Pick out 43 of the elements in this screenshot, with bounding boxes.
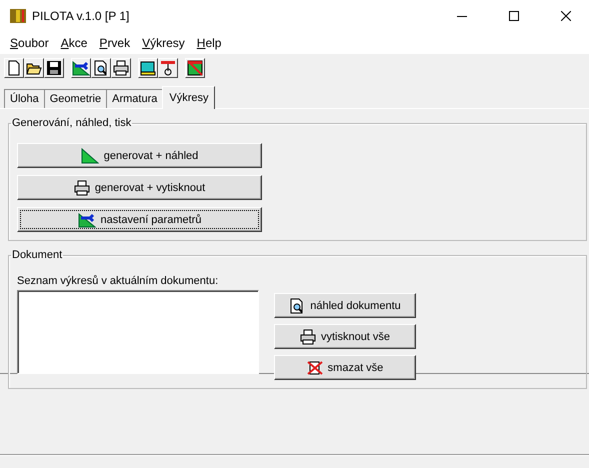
monitor-icon bbox=[139, 60, 157, 76]
drawing-icon bbox=[187, 60, 203, 76]
new-file-icon bbox=[6, 60, 22, 76]
page-magnifier-icon bbox=[93, 60, 109, 76]
pile-icon bbox=[160, 60, 176, 76]
window-title: PILOTA v.1.0 [P 1] bbox=[32, 9, 130, 23]
toolbar-button[interactable] bbox=[24, 58, 44, 78]
group-title: Dokument bbox=[11, 249, 64, 261]
maximize-icon[interactable] bbox=[509, 11, 519, 21]
toolbar-button[interactable] bbox=[91, 58, 111, 78]
group-title: Generování, náhled, tisk bbox=[11, 117, 132, 129]
menu-item[interactable]: Výkresy bbox=[136, 36, 191, 50]
toolbar-button[interactable] bbox=[111, 58, 131, 78]
toolbar-button[interactable] bbox=[138, 58, 158, 78]
toolbar-button[interactable] bbox=[71, 58, 91, 78]
toolbar-button[interactable] bbox=[158, 58, 178, 78]
triangle-wrench-icon bbox=[78, 212, 96, 228]
list-label: Seznam výkresů v aktuálním dokumentu: bbox=[17, 275, 220, 287]
close-icon[interactable] bbox=[561, 11, 571, 21]
page-magnifier-icon bbox=[289, 298, 306, 314]
menu-item[interactable]: Akce bbox=[54, 36, 94, 50]
printer-icon bbox=[300, 328, 316, 344]
action-button[interactable]: nastavení parametrů bbox=[17, 207, 262, 232]
drawing-list[interactable] bbox=[17, 290, 259, 374]
action-button[interactable]: vytisknout vše bbox=[274, 324, 416, 349]
menu-item[interactable]: Soubor bbox=[4, 36, 55, 50]
toolbar-button[interactable] bbox=[4, 58, 24, 78]
tab[interactable]: Úloha bbox=[4, 89, 45, 108]
toolbar-button[interactable] bbox=[185, 58, 205, 78]
action-button[interactable]: generovat + vytisknout bbox=[17, 175, 262, 200]
triangle-wrench-icon bbox=[72, 60, 90, 76]
triangle-icon bbox=[80, 148, 99, 164]
menu-item[interactable]: Help bbox=[190, 36, 228, 50]
menu-item[interactable]: Prvek bbox=[93, 36, 136, 50]
toolbar-button[interactable] bbox=[44, 58, 64, 78]
app-icon bbox=[10, 9, 26, 23]
action-button[interactable]: náhled dokumentu bbox=[274, 293, 416, 318]
action-button[interactable]: smazat vše bbox=[274, 355, 416, 380]
crossed-page-icon bbox=[306, 360, 323, 376]
printer-icon bbox=[113, 60, 129, 76]
tab[interactable]: Výkresy bbox=[162, 86, 216, 109]
action-button[interactable]: generovat + náhled bbox=[17, 143, 262, 168]
printer-icon bbox=[74, 180, 90, 196]
